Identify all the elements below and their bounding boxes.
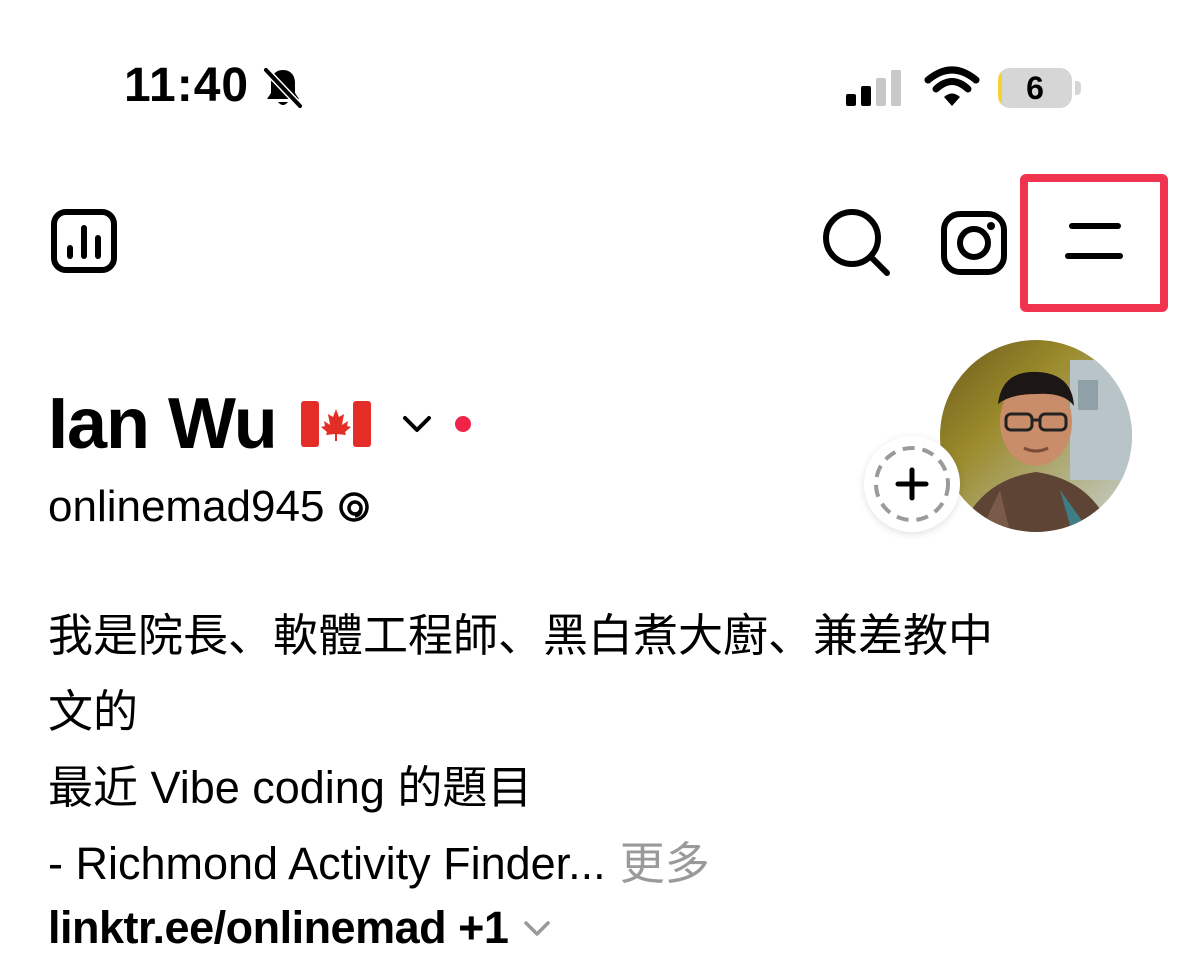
chevron-down-icon[interactable] [399, 406, 435, 442]
notification-dot [454, 416, 471, 432]
username: onlinemad945 [48, 482, 325, 531]
instagram-icon[interactable] [940, 210, 1008, 276]
battery-icon: 6 [998, 68, 1084, 110]
profile-name: Ian Wu [48, 384, 278, 464]
bio-line: 最近 Vibe coding 的題目 [48, 762, 533, 813]
insights-icon[interactable] [50, 208, 118, 274]
profile-name-row[interactable]: Ian Wu [48, 384, 471, 464]
search-icon[interactable] [820, 206, 892, 278]
add-story-button[interactable] [864, 436, 960, 532]
battery-nub [1075, 81, 1081, 95]
bell-slash-icon [262, 66, 304, 110]
menu-icon[interactable] [1064, 218, 1124, 264]
avatar-photo [940, 340, 1132, 532]
battery-level: 6 [1026, 70, 1044, 106]
wifi-icon [924, 66, 980, 106]
profile-bio: 我是院長、軟體工程師、黑白煮大廚、兼差教中 文的 最近 Vibe coding … [48, 598, 1148, 902]
canada-flag-icon [300, 401, 371, 447]
more-link[interactable]: 更多 [620, 838, 710, 889]
profile-links[interactable]: linktr.ee/onlinemad +1 [48, 902, 509, 954]
bio-line: 文的 [48, 686, 139, 737]
status-time: 11:40 [124, 59, 250, 112]
battery-body: 6 [998, 68, 1072, 108]
chevron-down-icon[interactable] [520, 911, 554, 945]
username-row: onlinemad945 [48, 482, 372, 532]
bio-line: - Richmond Activity Finder... [48, 838, 606, 889]
add-story-icon [874, 446, 950, 522]
links-row[interactable]: linktr.ee/onlinemad +1 [48, 902, 554, 954]
cellular-signal-icon [846, 70, 901, 106]
bio-line-last: - Richmond Activity Finder... 更多 [48, 826, 1148, 902]
profile-avatar[interactable] [940, 340, 1132, 532]
bio-line: 我是院長、軟體工程師、黑白煮大廚、兼差教中 [48, 610, 994, 661]
threads-icon[interactable] [336, 489, 372, 525]
